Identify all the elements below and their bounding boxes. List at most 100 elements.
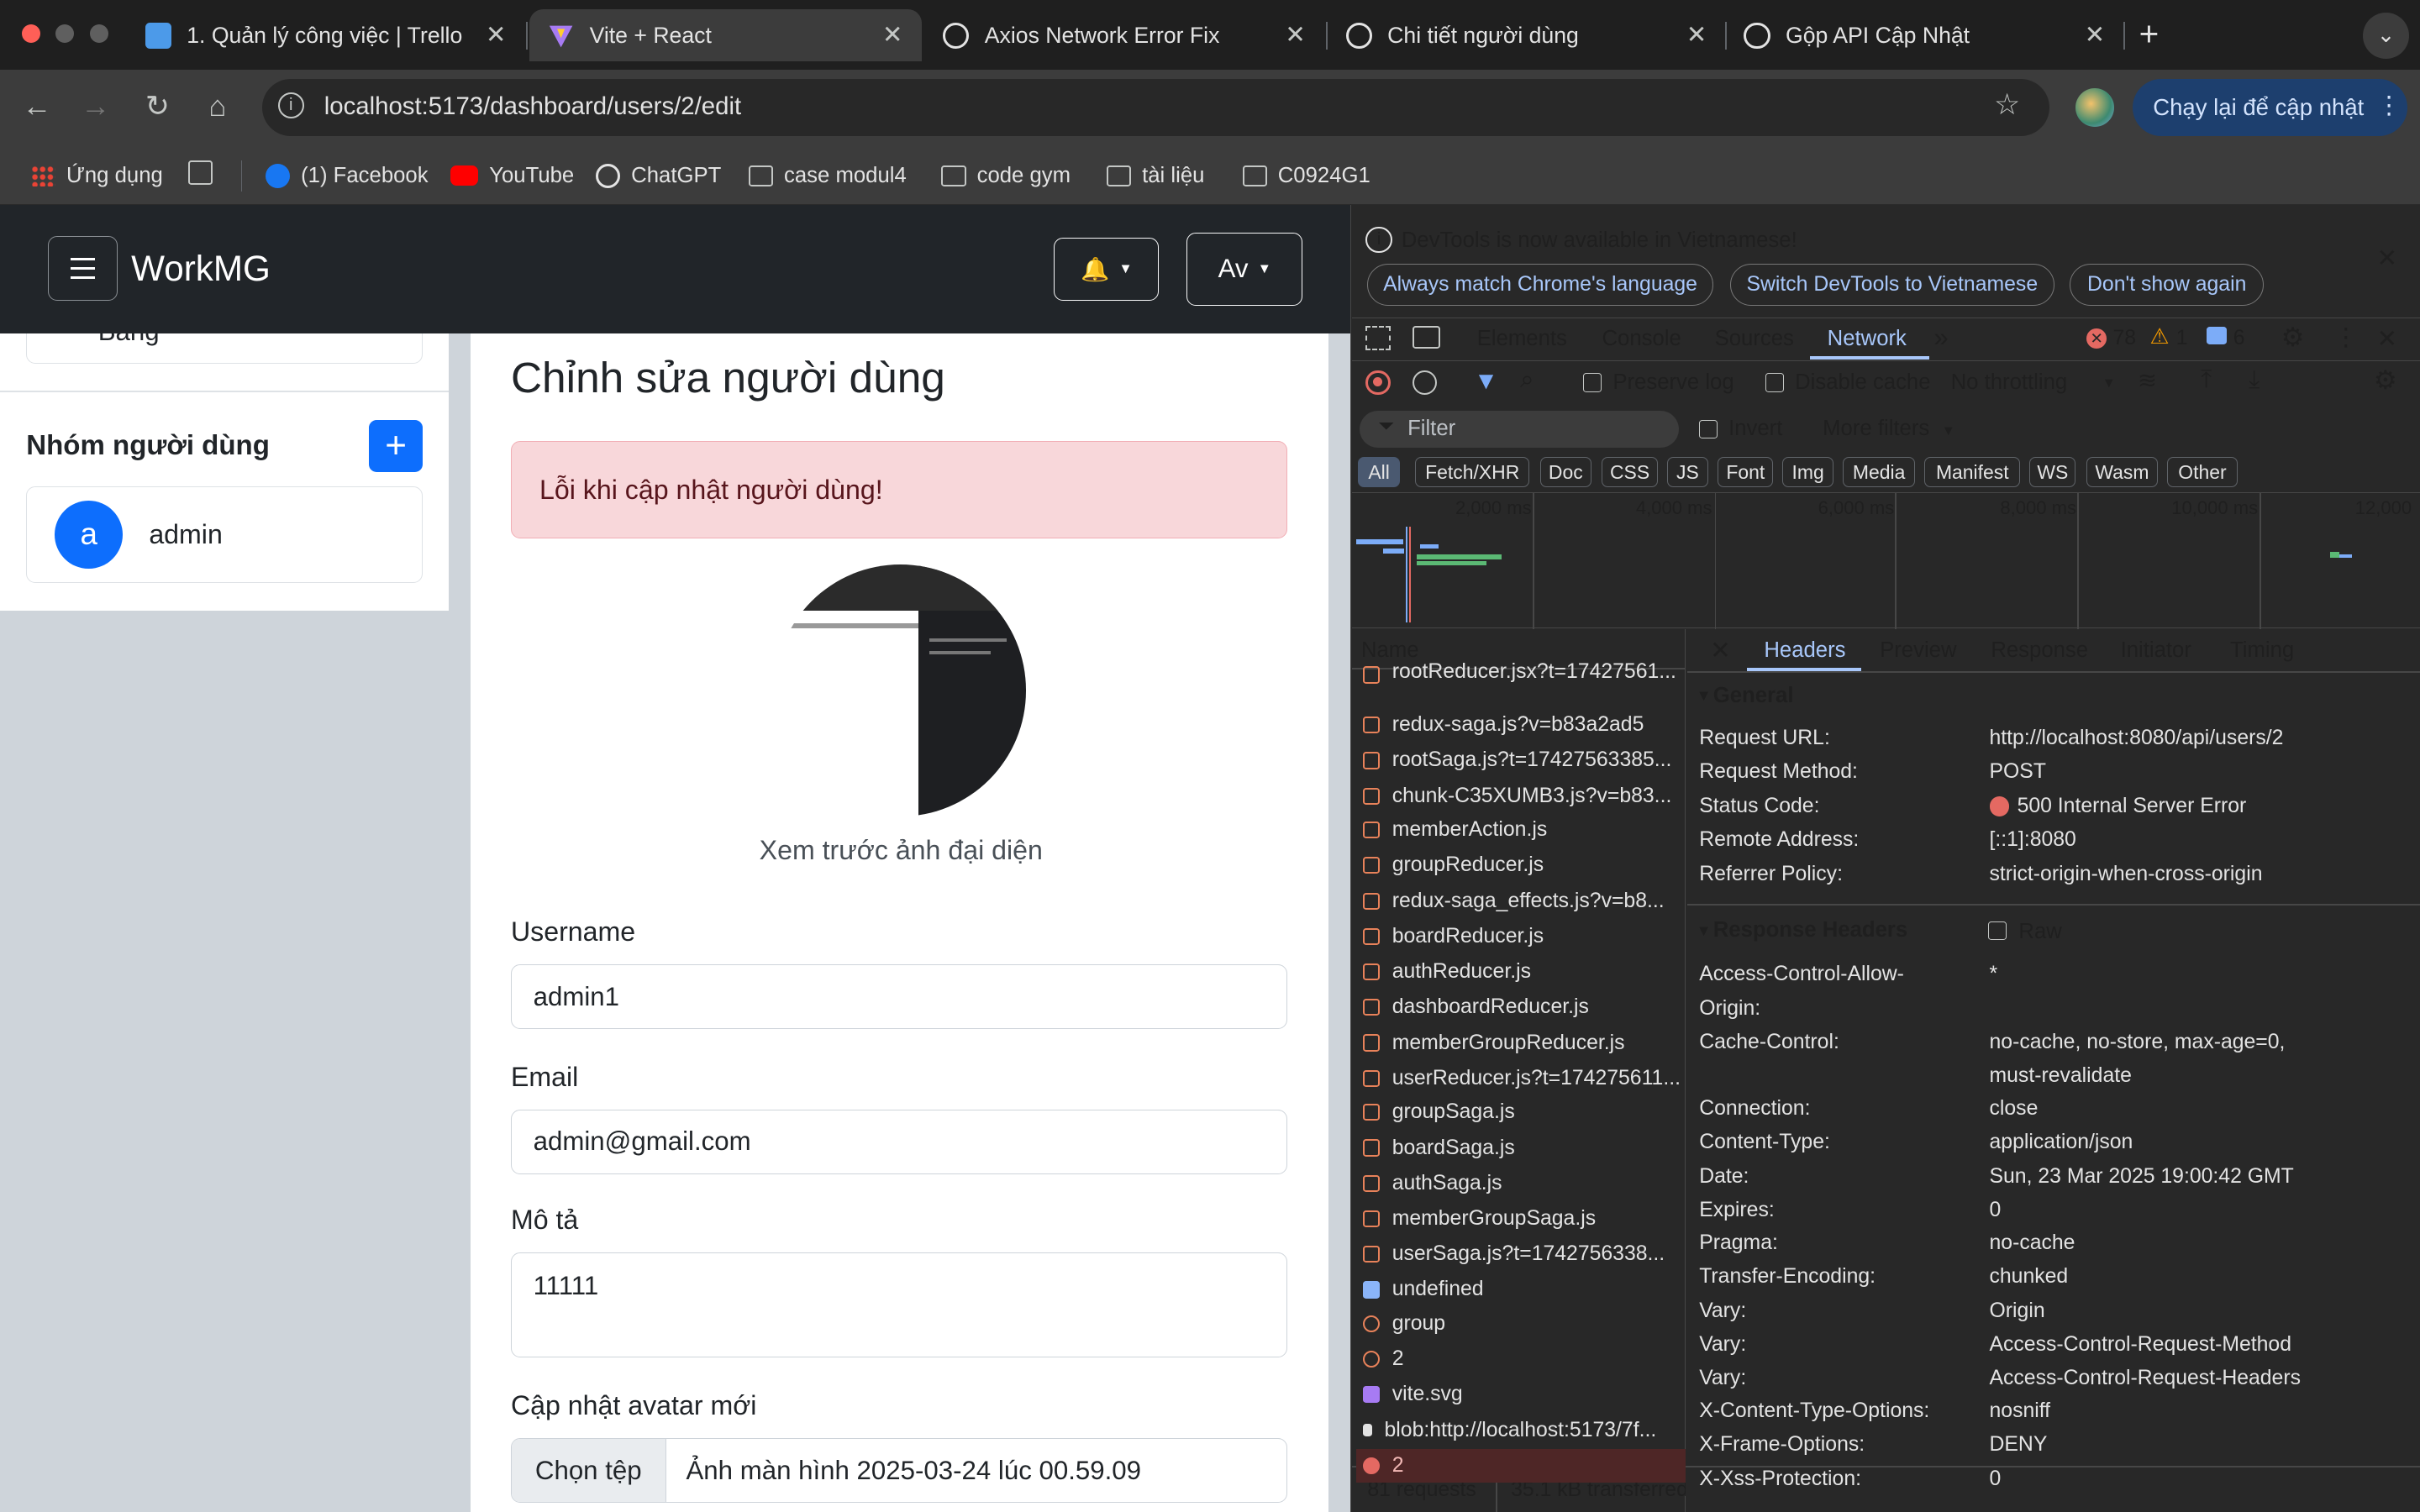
close-banner-icon[interactable]: ✕	[2377, 244, 2398, 273]
request-row[interactable]: groupReducer.js	[1356, 848, 1685, 882]
bookmark-tai-lieu[interactable]: tài liệu	[1106, 160, 1204, 192]
forward-icon[interactable]: →	[77, 88, 114, 125]
inspect-element-icon[interactable]	[1365, 325, 1391, 350]
tab-search-icon[interactable]: ⌄	[2362, 12, 2410, 59]
email-input[interactable]: admin@gmail.com	[510, 1109, 1287, 1174]
app-brand[interactable]: WorkMG	[131, 249, 271, 289]
devtools-menu-icon[interactable]: ⋮	[2333, 323, 2358, 352]
username-input[interactable]: admin1	[510, 963, 1287, 1030]
bookmark-c0924g1[interactable]: C0924G1	[1242, 160, 1370, 192]
network-settings-icon[interactable]: ⚙	[2374, 365, 2397, 396]
record-icon[interactable]	[1365, 370, 1391, 396]
request-row[interactable]: userReducer.js?t=174275611...	[1356, 1062, 1685, 1095]
device-toolbar-icon[interactable]	[1412, 325, 1440, 349]
type-filter-font[interactable]: Font	[1718, 456, 1774, 488]
bookmark-star-icon[interactable]: ☆	[1994, 88, 2020, 122]
profile-avatar[interactable]	[2075, 87, 2115, 127]
type-filter-css[interactable]: CSS	[1602, 456, 1658, 488]
match-language-button[interactable]: Always match Chrome's language	[1367, 264, 1713, 306]
request-row[interactable]: memberGroupReducer.js	[1356, 1026, 1685, 1059]
disable-cache-checkbox[interactable]	[1765, 373, 1785, 392]
request-row[interactable]: userSaga.js?t=1742756338...	[1356, 1237, 1685, 1271]
close-detail-icon[interactable]: ✕	[1710, 636, 1731, 665]
bookmark-chatgpt[interactable]: ChatGPT	[595, 160, 721, 192]
bookmark-youtube[interactable]: YouTube	[450, 160, 574, 192]
request-row[interactable]: vite.svg	[1356, 1378, 1685, 1411]
type-filter-img[interactable]: Img	[1782, 456, 1833, 488]
back-icon[interactable]: ←	[18, 88, 55, 125]
user-avatar-dropdown[interactable]: Av ▼	[1186, 233, 1303, 306]
close-devtools-icon[interactable]: ✕	[2377, 324, 2398, 354]
tab-sources[interactable]: Sources	[1715, 327, 1794, 351]
expand-response-icon[interactable]: ▼	[1697, 921, 1712, 940]
close-tab-icon[interactable]: ✕	[1285, 20, 1306, 50]
network-conditions-icon[interactable]: ≋	[2138, 367, 2157, 394]
tab-console[interactable]: Console	[1602, 327, 1681, 351]
tab-groups-icon[interactable]	[188, 160, 213, 186]
description-textarea[interactable]: 11111	[510, 1252, 1287, 1358]
request-row[interactable]: undefined	[1356, 1273, 1685, 1306]
tab-user-detail[interactable]: Chi tiết người dùng ✕	[1328, 9, 1726, 61]
warning-count[interactable]: 1	[2176, 327, 2188, 350]
home-icon[interactable]: ⌂	[199, 88, 236, 125]
tab-trello[interactable]: 1. Quản lý công việc | Trello ✕	[127, 9, 525, 61]
export-har-icon[interactable]: ⤓	[2249, 365, 2260, 394]
minimize-window-button[interactable]	[55, 24, 75, 44]
bookmark-case-modul4[interactable]: case modul4	[748, 160, 907, 192]
preserve-log-checkbox[interactable]	[1583, 373, 1602, 392]
tab-elements[interactable]: Elements	[1477, 327, 1567, 351]
type-filter-all[interactable]: All	[1358, 456, 1400, 488]
request-row[interactable]: redux-saga_effects.js?v=b8...	[1356, 884, 1685, 917]
detail-tab-headers[interactable]: Headers	[1764, 638, 1845, 663]
close-window-button[interactable]	[21, 24, 40, 44]
type-filter-ws[interactable]: WS	[2029, 456, 2076, 488]
request-row-error[interactable]: 2	[1356, 1448, 1686, 1483]
close-tab-icon[interactable]: ✕	[1686, 20, 1707, 50]
import-har-icon[interactable]: ⤒	[2201, 365, 2212, 394]
network-timeline-overview[interactable]: 2,000 ms 4,000 ms 6,000 ms 8,000 ms 10,0…	[1351, 491, 2420, 629]
message-count[interactable]: 6	[2233, 327, 2245, 350]
detail-tab-initiator[interactable]: Initiator	[2121, 638, 2191, 663]
type-filter-doc[interactable]: Doc	[1540, 456, 1591, 488]
expand-general-icon[interactable]: ▼	[1697, 686, 1712, 705]
tab-network[interactable]: Network	[1828, 327, 1907, 351]
site-info-icon[interactable]: i	[277, 92, 304, 119]
request-row[interactable]: rootReducer.jsx?t=17427561...	[1356, 662, 1685, 684]
request-row[interactable]: dashboardReducer.js	[1356, 990, 1685, 1024]
tab-merge-api[interactable]: Gộp API Cập Nhật ✕	[1725, 9, 2123, 61]
new-tab-icon[interactable]: +	[2139, 14, 2160, 54]
close-tab-icon[interactable]: ✕	[882, 20, 903, 50]
type-filter-manifest[interactable]: Manifest	[1924, 456, 2021, 488]
request-row[interactable]: memberGroupSaga.js	[1356, 1202, 1685, 1236]
request-row[interactable]: 2	[1356, 1342, 1685, 1376]
filter-input[interactable]: ⏷ Filter	[1360, 410, 1680, 448]
avatar-file-input[interactable]: Chọn tệp Ảnh màn hình 2025-03-24 lúc 00.…	[510, 1437, 1287, 1503]
detail-tab-response[interactable]: Response	[1991, 638, 2088, 663]
clear-icon[interactable]	[1412, 370, 1437, 396]
request-row[interactable]: chunk-C35XUMB3.js?v=b83...	[1356, 780, 1685, 813]
search-icon[interactable]: ⌕	[1520, 365, 1534, 394]
tab-vite-react[interactable]: Vite + React ✕	[529, 9, 922, 62]
close-tab-icon[interactable]: ✕	[2085, 20, 2106, 50]
detail-tab-timing[interactable]: Timing	[2230, 638, 2294, 663]
switch-language-button[interactable]: Switch DevTools to Vietnamese	[1729, 264, 2054, 306]
bookmark-facebook[interactable]: (1) Facebook	[265, 160, 429, 192]
general-section-title[interactable]: General	[1713, 684, 1794, 708]
type-filter-wasm[interactable]: Wasm	[2086, 456, 2158, 488]
more-filters-dropdown[interactable]: More filters	[1823, 417, 1929, 441]
error-count[interactable]: 78	[2112, 327, 2136, 350]
request-row[interactable]: authReducer.js	[1356, 955, 1685, 989]
group-member-item[interactable]: a admin	[26, 486, 424, 584]
type-filter-media[interactable]: Media	[1843, 456, 1916, 488]
request-row[interactable]: blob:http://localhost:5173/7f...	[1356, 1413, 1685, 1446]
url-text[interactable]: localhost:5173/dashboard/users/2/edit	[324, 92, 741, 121]
request-row[interactable]: authSaga.js	[1356, 1167, 1685, 1200]
detail-tab-preview[interactable]: Preview	[1880, 638, 1956, 663]
request-row[interactable]: groupSaga.js	[1356, 1095, 1685, 1129]
dont-show-again-button[interactable]: Don't show again	[2070, 264, 2265, 306]
type-filter-other[interactable]: Other	[2166, 456, 2238, 488]
sidebar-item-board[interactable]: Bảng	[26, 333, 424, 365]
zoom-window-button[interactable]	[89, 24, 108, 44]
choose-file-button[interactable]: Chọn tệp	[511, 1438, 666, 1502]
relaunch-to-update-button[interactable]: Chạy lại để cập nhật ⋮	[2133, 78, 2408, 136]
